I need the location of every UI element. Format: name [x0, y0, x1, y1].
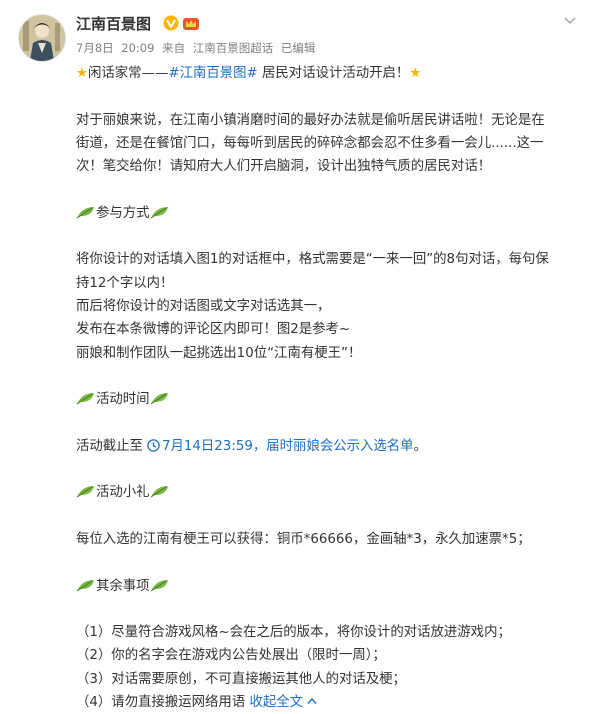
- rule-line: 发布在本条微博的评论区内即可！图2是参考~: [76, 322, 351, 338]
- intro-line: 对于丽娘来说，在江南小镇消磨时间的最好办法就是偷听居民讲话啦！无论是在: [76, 112, 545, 128]
- section-heading: 参与方式: [76, 202, 576, 225]
- section-reward-title: 活动小礼: [96, 485, 150, 501]
- source-link[interactable]: 江南百景图超话: [193, 41, 274, 55]
- leaf-icon: [150, 579, 168, 591]
- rule-line: 而后将你设计的对话图或文字对话选其一，: [76, 298, 331, 314]
- rule-line: 丽娘和制作团队一起挑选出10位“江南有梗王”！: [76, 345, 362, 361]
- star-icon: ★: [409, 66, 422, 81]
- leaf-icon: [76, 393, 94, 405]
- rule-line: 持12个字以内！: [76, 275, 174, 291]
- verified-v-icon: [163, 15, 179, 31]
- edited-label[interactable]: 已编辑: [281, 41, 316, 55]
- star-icon: ★: [76, 66, 89, 81]
- note-line: （3）对话需要原创，不可直接搬运其他人的对话及梗；: [76, 671, 406, 687]
- avatar[interactable]: [18, 14, 66, 62]
- leaf-icon: [76, 206, 94, 219]
- post-meta: 7月8日 20:09 来自 江南百景图超话 已编辑: [76, 40, 319, 56]
- note-line: （2）你的名字会在游戏内公告处展出（限时一周）；: [76, 648, 386, 664]
- post-time[interactable]: 20:09: [121, 41, 154, 55]
- clock-icon: [147, 439, 160, 452]
- source-prefix: 来自: [162, 41, 186, 55]
- note-line: （1）尽量符合游戏风格~会在之后的版本，将你设计的对话放进游戏内；: [76, 625, 511, 641]
- leaf-icon: [150, 206, 168, 219]
- deadline-link[interactable]: 7月14日23:59，届时丽娘会公示入选名单: [162, 439, 414, 454]
- chevron-down-icon[interactable]: [563, 16, 577, 26]
- deadline-suffix: 。: [413, 438, 427, 454]
- intro-line: 街道，还是在餐馆门口，每每听到居民的碎碎念都会忍不住多看一会儿......这一: [76, 135, 544, 151]
- rule-line: 将你设计的对话填入图1的对话框中，格式需要是“一来一回”的8句对话，每句保: [76, 252, 549, 268]
- post-content: ★闲话家常——#江南百景图# 居民对话设计活动开启！★ 对于丽娘来说，在江南小镇…: [76, 62, 576, 714]
- section-participation-title: 参与方式: [96, 205, 150, 221]
- post-date[interactable]: 7月8日: [76, 41, 114, 55]
- title-prefix: 闲话家常——: [88, 66, 169, 81]
- section-heading: 活动时间: [76, 388, 576, 411]
- reward-line: 每位入选的江南有梗王可以获得：铜币*66666，金画轴*3，永久加速票*5；: [76, 531, 531, 547]
- post-title: ★闲话家常——#江南百景图# 居民对话设计活动开启！★: [76, 62, 576, 85]
- leaf-icon: [150, 486, 168, 498]
- note-line: （4）请勿直接搬运网络用语 收起全文: [76, 691, 576, 714]
- hashtag-link[interactable]: #江南百景图#: [168, 66, 257, 81]
- section-notes-title: 其余事项: [96, 578, 150, 594]
- author-name[interactable]: 江南百景图: [76, 14, 151, 34]
- leaf-icon: [76, 486, 94, 498]
- leaf-icon: [150, 393, 168, 405]
- section-heading: 活动小礼: [76, 481, 576, 504]
- intro-line: 次！笔交给你！请知府大人们开启脑洞，设计出独特气质的居民对话！: [76, 159, 492, 175]
- deadline-line: 活动截止至 7月14日23:59，届时丽娘会公示入选名单。: [76, 435, 576, 458]
- deadline-prefix: 活动截止至: [76, 438, 143, 454]
- vip-crown-icon[interactable]: [182, 15, 200, 31]
- section-time-title: 活动时间: [96, 392, 150, 408]
- title-suffix: 居民对话设计活动开启！: [257, 66, 410, 81]
- chevron-up-icon[interactable]: [307, 697, 317, 705]
- section-heading: 其余事项: [76, 575, 576, 598]
- leaf-icon: [76, 579, 94, 591]
